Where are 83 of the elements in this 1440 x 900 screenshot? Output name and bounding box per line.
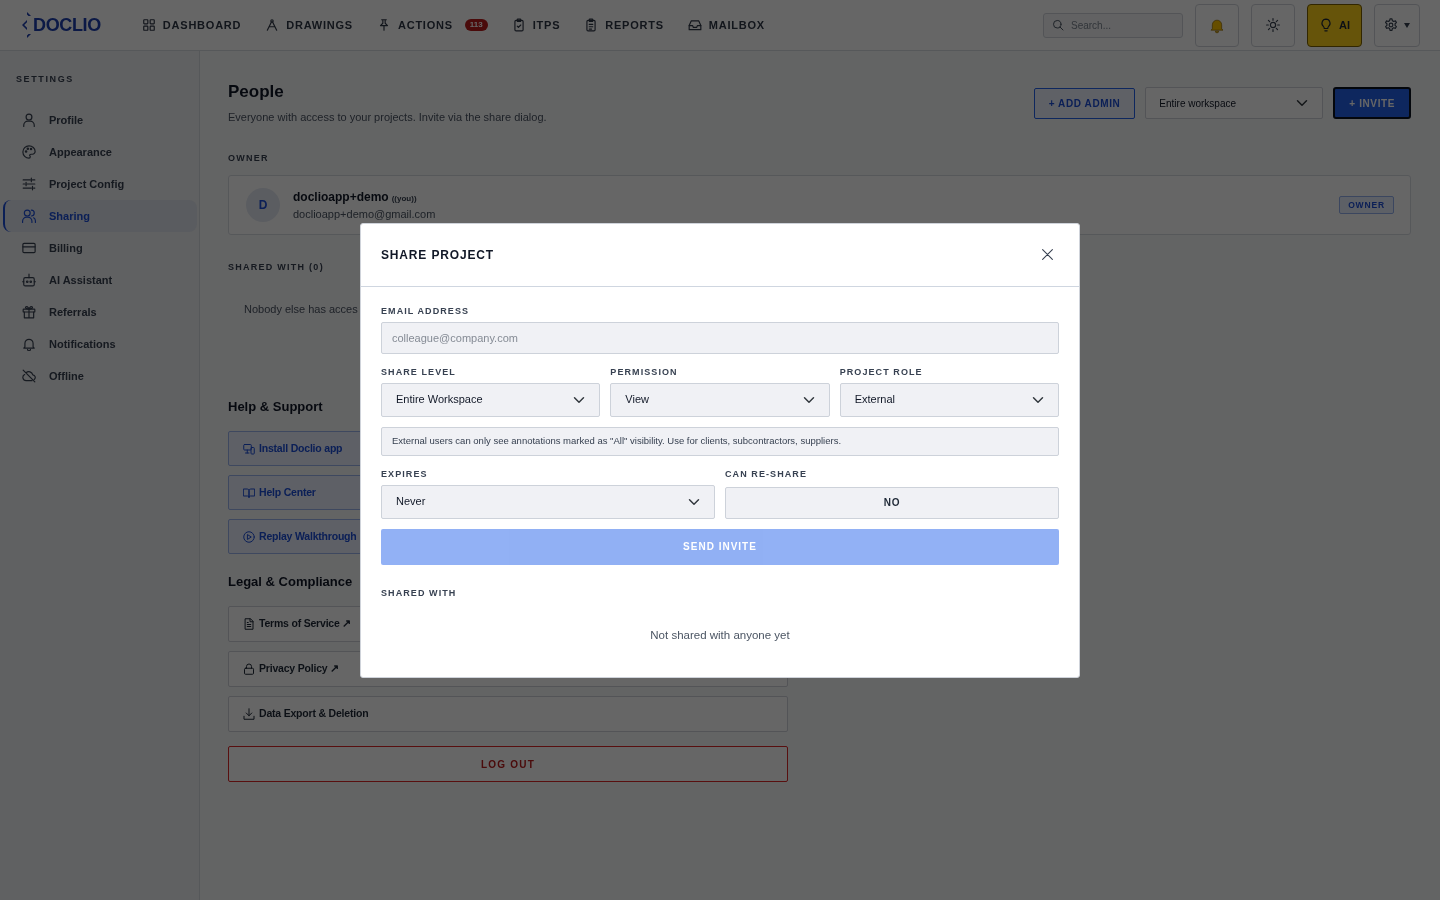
you-tag: ((you)) [391,192,417,205]
user-icon [22,113,36,127]
credit-card-icon [22,241,36,255]
sun-icon [1266,18,1280,32]
sidebar-item[interactable]: Profile [3,104,197,136]
expires-select[interactable]: Never [381,484,715,519]
logout-button[interactable]: LOG OUT [228,746,788,782]
legal-link[interactable]: Data Export & Deletion [228,696,788,732]
caret-icon [1404,22,1410,28]
settings-menu-button[interactable] [1374,3,1420,47]
compass-icon [265,18,280,32]
section-label: SHARED WITH [381,586,457,599]
clipboard-list-icon [584,18,599,32]
palette-icon [22,145,36,159]
field-label: CAN RE-SHARE [725,467,807,480]
users-icon [22,209,36,223]
section-label: OWNER [228,152,269,164]
mailbox-link[interactable]: MAILBOX [687,16,765,34]
field-label: EXPIRES [381,467,428,480]
sidebar-item[interactable]: Offline [3,360,197,392]
sidebar-heading: SETTINGS [16,73,74,85]
lock-icon [243,663,255,675]
invite-button[interactable]: + INVITE [1333,87,1411,119]
grid-icon [141,18,156,32]
close-button[interactable] [1041,248,1054,261]
reshare-toggle[interactable]: NO [725,486,1059,519]
settings-icon [1384,18,1398,32]
owner-email: doclioapp+demo@gmail.com [293,206,436,222]
field-label: SHARE LEVEL [381,365,456,378]
robot-icon [22,273,36,287]
sidebar-item[interactable]: Referrals [3,296,197,328]
field-label: PROJECT ROLE [839,365,923,378]
count-badge: 113 [464,19,488,31]
reports-link[interactable]: REPORTS [584,16,664,34]
download-icon [243,708,255,720]
owner-name: doclioapp+demo [293,188,389,205]
play-circle-icon [243,530,255,543]
page-subtitle: Everyone with access to your projects. Invite via the share dialog. [228,110,547,125]
empty-message: Nobody else has acces [244,302,358,317]
section-title: Help & Support [228,398,323,416]
field-label: EMAIL ADDRESS [381,304,470,317]
sidebar-item[interactable]: Project Config [3,168,197,200]
permission-select[interactable]: View [610,382,830,417]
document-icon [243,618,255,630]
close-icon [1041,248,1054,261]
sidebar-item[interactable]: Appearance [3,136,197,168]
devices-icon [243,442,255,455]
logo-wordmark[interactable]: DOCLIO [33,16,101,34]
logo-chevron-icon [22,12,31,38]
info-note: External users can only see annotations marked as "All" visibility. Use for clients, subcontractors, suppliers. [381,426,1059,456]
add-admin-button[interactable]: + ADD ADMIN [1033,87,1136,119]
owner-badge: OWNER [1339,195,1394,215]
sidebar-item[interactable]: Notifications [3,328,197,360]
book-icon [243,486,255,499]
share-level-select[interactable]: Entire Workspace [381,382,601,417]
theme-toggle-button[interactable] [1251,3,1295,47]
avatar-initial: D [246,188,280,222]
section-title: Legal & Compliance [228,573,353,591]
section-label: SHARED WITH (0) [228,261,324,273]
empty-message: Not shared with anyone yet [650,627,790,643]
clipboard-check-icon [511,18,526,32]
bell-icon [22,337,36,351]
dashboard-link[interactable]: DASHBOARD [141,16,242,34]
email-input[interactable]: colleague@company.com [381,321,1059,354]
lightbulb-icon [1319,18,1333,32]
sidebar-item[interactable]: Billing [3,232,197,264]
page-title: People [228,81,284,103]
gift-icon [22,305,36,319]
cloud-off-icon [22,369,36,383]
project-role-select[interactable]: External [839,382,1059,417]
itps-link[interactable]: ITPS [511,16,561,34]
sidebar-item[interactable]: Sharing [3,200,197,232]
actions-link[interactable]: ACTIONS 113 [376,16,488,34]
inbox-icon [687,18,702,32]
dialog-title: SHARE PROJECT [381,246,494,264]
notifications-button[interactable] [1195,3,1239,47]
sidebar-item[interactable]: AI Assistant [3,264,197,296]
drawings-link[interactable]: DRAWINGS [265,16,353,34]
ai-button[interactable]: AI [1307,3,1362,47]
search-icon [1052,19,1064,31]
scope-select[interactable]: Entire workspace [1145,87,1324,119]
field-label: PERMISSION [610,365,678,378]
sliders-icon [22,177,36,191]
